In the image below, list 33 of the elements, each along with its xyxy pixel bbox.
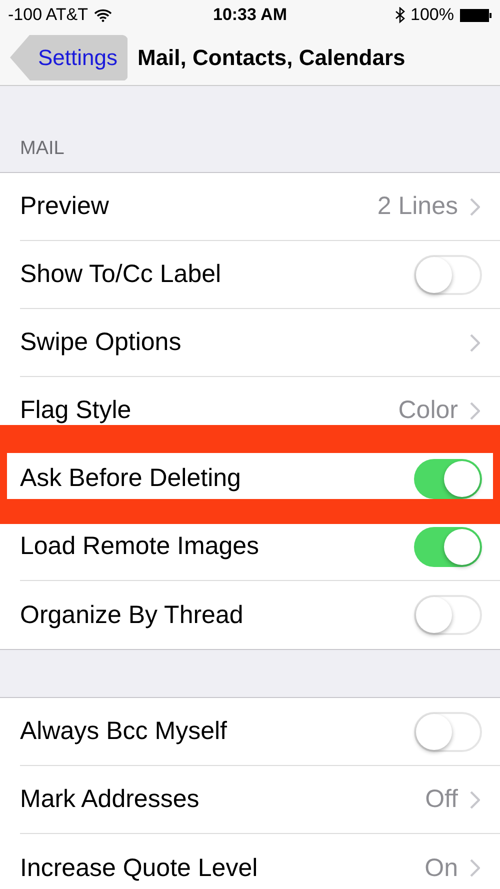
toggle-switch[interactable] bbox=[414, 526, 482, 566]
nav-title: Mail, Contacts, Calendars bbox=[138, 44, 406, 70]
clock-time: 10:33 AM bbox=[212, 5, 287, 24]
toggle-switch[interactable] bbox=[414, 254, 482, 294]
row-label: Ask Before Deleting bbox=[20, 464, 242, 493]
row-value: On bbox=[424, 854, 458, 882]
row-label: Preview bbox=[20, 192, 110, 221]
toggle-switch[interactable] bbox=[414, 595, 482, 635]
toggle-switch[interactable] bbox=[414, 712, 482, 752]
row-value: Color bbox=[398, 396, 458, 425]
row-label: Organize By Thread bbox=[20, 600, 244, 630]
toggle-switch[interactable] bbox=[414, 458, 482, 498]
chevron-icon bbox=[470, 790, 480, 808]
row-value: 2 Lines bbox=[377, 192, 458, 221]
row-label: Swipe Options bbox=[20, 328, 182, 357]
wifi-icon bbox=[94, 8, 112, 22]
chevron-icon bbox=[470, 859, 480, 877]
row-label: Flag Style bbox=[20, 396, 132, 425]
section-header: MAIL bbox=[20, 138, 64, 160]
chevron-icon bbox=[470, 334, 480, 352]
battery-icon bbox=[460, 8, 492, 22]
row-label: Always Bcc Myself bbox=[20, 717, 228, 746]
chevron-icon bbox=[470, 198, 480, 216]
battery-percent: 100% bbox=[410, 5, 454, 25]
row-label: Load Remote Images bbox=[20, 532, 260, 561]
bluetooth-icon bbox=[394, 6, 405, 24]
row-label: Increase Quote Level bbox=[20, 854, 259, 882]
chevron-icon bbox=[470, 402, 480, 420]
row-value: Off bbox=[425, 785, 458, 814]
back-button[interactable]: Settings bbox=[10, 34, 128, 80]
row-label: Mark Addresses bbox=[20, 785, 200, 814]
row-label: Show To/Cc Label bbox=[20, 260, 222, 289]
carrier-label: -100 AT&T bbox=[8, 5, 88, 25]
